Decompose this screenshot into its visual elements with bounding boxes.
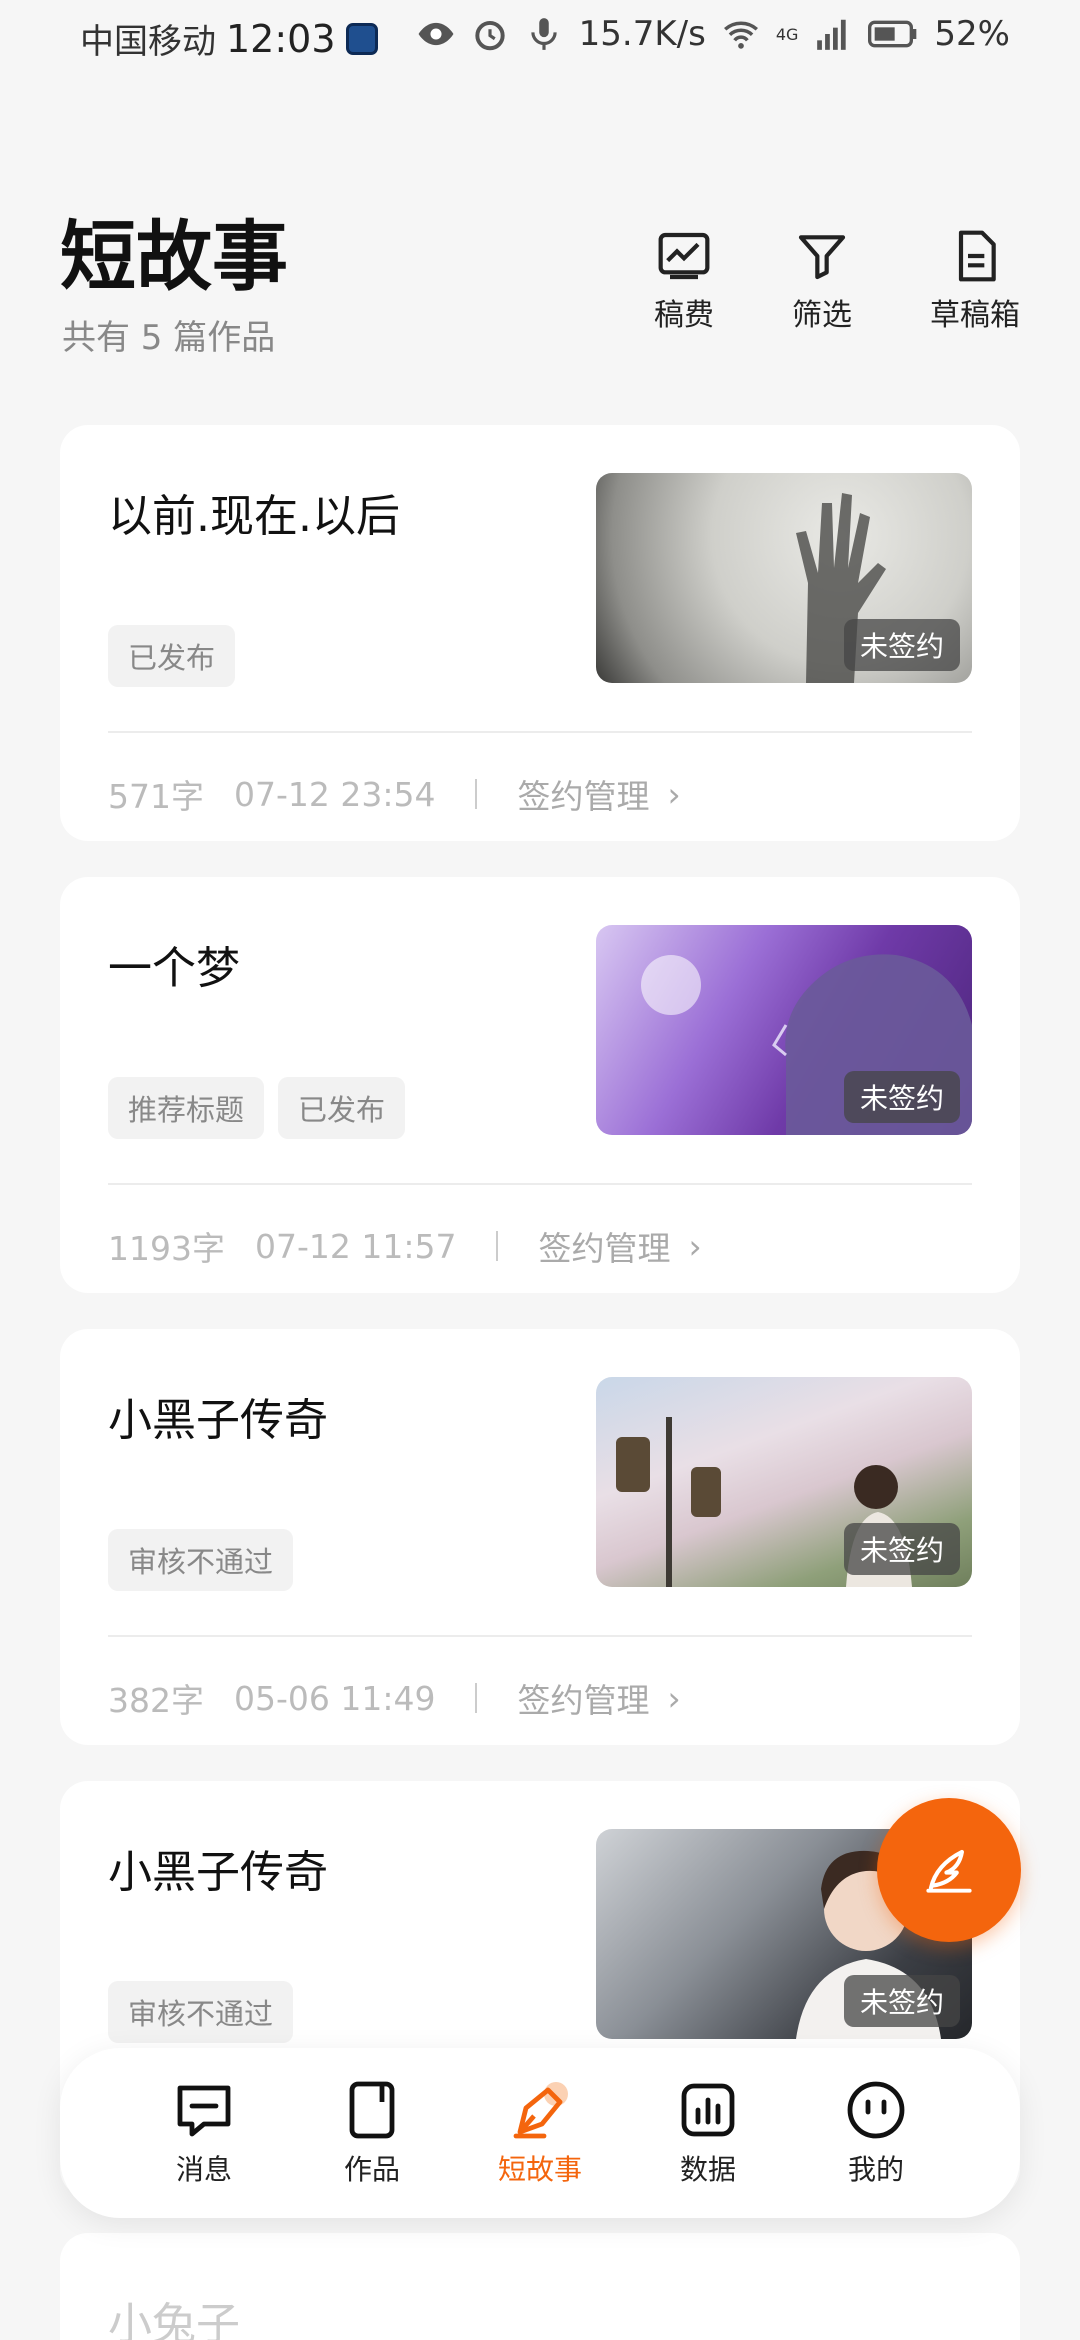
carrier-label: 中国移动 [80,22,216,62]
status-tag: 审核不通过 [108,1529,294,1591]
battery-level: 52% [934,14,1010,54]
recommend-title-tag: 推荐标题 [108,1077,265,1139]
nav-short-stories[interactable]: 短故事 [480,2078,600,2188]
meta-separator [496,1231,499,1261]
nav-profile-label: 我的 [847,2153,904,2186]
sign-management-link[interactable]: 签约管理 [538,1222,670,1270]
drafts-button[interactable]: 草稿箱 [915,228,1035,334]
chevron-right-icon: › [667,1678,681,1718]
nav-works[interactable]: 作品 [312,2078,432,2188]
status-tag: 审核不通过 [108,1981,294,2043]
bottom-nav: 消息 作品 短故事 数据 我的 [60,2048,1020,2218]
nav-short-stories-label: 短故事 [497,2153,582,2186]
nav-messages[interactable]: 消息 [144,2078,264,2188]
status-left: 中国移动 12:03 [80,14,378,63]
signal-icon [817,19,847,50]
meta-separator [475,779,478,809]
publish-date: 07-12 11:57 [254,1226,457,1266]
filter-button[interactable]: 筛选 [762,228,882,334]
unsigned-badge: 未签约 [843,619,960,671]
story-title: 小黑子传奇 [108,1847,328,1898]
story-card[interactable]: 小黑子传奇 审核不通过 未签约 382字 05-06 11:49 签约管理 › [60,1329,1020,1745]
story-cover-image: 未签约 [596,925,972,1135]
story-card[interactable]: 小兔子 [60,2233,1020,2340]
card-divider [108,1183,972,1185]
card-divider [108,1635,972,1637]
status-right: 15.7K/s 4G 52% [417,14,1010,54]
status-bar: 中国移动 12:03 15.7K/s 4G 52% [0,0,1080,76]
battery-icon [868,20,917,48]
story-cover-image: 未签约 [596,473,972,683]
profile-face-icon [847,2081,905,2139]
meta-separator [475,1683,478,1713]
story-cover-image: 未签约 [596,1377,972,1587]
alarm-icon [475,20,505,51]
eye-icon [418,22,454,46]
nav-data[interactable]: 数据 [648,2078,768,2188]
unsigned-badge: 未签约 [843,1071,960,1123]
publish-date: 05-06 11:49 [234,1678,436,1718]
word-count: 1193字 [108,1229,225,1268]
app-notification-icon [345,22,378,55]
story-card[interactable]: 以前.现在.以后 已发布 未签约 571字 07-12 23:54 签约管理 › [60,425,1020,841]
microphone-icon [531,18,557,50]
works-icon [349,2081,395,2139]
story-card[interactable]: 一个梦 推荐标题 已发布 未签约 1193字 07-12 11:57 签约管理 … [60,877,1020,1293]
sign-management-link[interactable]: 签约管理 [517,770,649,818]
publish-date: 07-12 23:54 [234,774,436,814]
story-title: 以前.现在.以后 [108,491,400,542]
chevron-right-icon: › [667,774,681,814]
status-tag: 已发布 [108,625,236,687]
page-title: 短故事 [60,212,288,301]
quill-icon [926,1849,972,1893]
nav-data-label: 数据 [679,2153,736,2186]
pen-icon [513,2082,568,2139]
story-title: 小兔子 [108,2299,240,2340]
unsigned-badge: 未签约 [843,1523,960,1575]
write-story-button[interactable] [877,1798,1021,1942]
clock: 12:03 [226,16,336,61]
word-count: 571字 [108,777,204,816]
chevron-right-icon: › [688,1226,702,1266]
card-divider [108,731,972,733]
network-speed: 15.7K/s [578,14,706,54]
royalty-label: 稿费 [654,298,714,333]
filter-label: 筛选 [792,298,852,333]
drafts-label: 草稿箱 [930,298,1020,333]
works-count: 共有 5 篇作品 [62,318,276,358]
nav-messages-label: 消息 [175,2153,232,2186]
royalty-button[interactable]: 稿费 [624,228,744,334]
draft-file-icon [958,230,996,282]
status-tag: 已发布 [278,1077,406,1139]
message-icon [177,2085,231,2137]
chart-line-icon [658,232,710,280]
unsigned-badge: 未签约 [843,1975,960,2027]
filter-icon [798,235,846,280]
story-title: 一个梦 [108,943,240,994]
wifi-icon [723,21,758,49]
network-type: 4G [775,24,799,44]
data-chart-icon [681,2083,735,2137]
nav-profile[interactable]: 我的 [816,2078,936,2188]
sign-management-link[interactable]: 签约管理 [517,1674,649,1722]
word-count: 382字 [108,1681,204,1720]
nav-works-label: 作品 [343,2153,400,2186]
story-title: 小黑子传奇 [108,1395,328,1446]
